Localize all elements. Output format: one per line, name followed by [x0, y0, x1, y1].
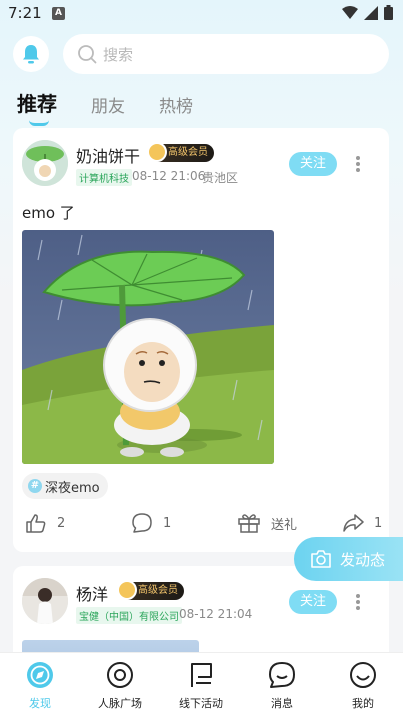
status-bar: 7:21 A — [0, 0, 403, 28]
post-actions: 2 1 送礼 1 — [13, 512, 389, 540]
nav-profile[interactable]: 我的 — [323, 661, 403, 711]
sheep-with-leaf-umbrella-illustration — [22, 230, 274, 464]
comment-button[interactable]: 1 — [131, 512, 171, 534]
tab-recommend-label: 推荐 — [17, 92, 57, 116]
user-avatar[interactable] — [22, 578, 68, 624]
avatar-image — [22, 578, 68, 624]
nav-discover-label: 发现 — [29, 697, 51, 710]
tab-recommend[interactable]: 推荐 — [17, 88, 57, 126]
username[interactable]: 奶油饼干 — [76, 143, 140, 167]
nav-offline-events-label: 线下活动 — [179, 697, 223, 710]
thumbs-up-icon — [26, 514, 46, 533]
gift-label: 送礼 — [271, 517, 298, 533]
vip-badge-label: 高级会员 — [138, 585, 178, 596]
nav-messages-label: 消息 — [271, 697, 293, 710]
post-image[interactable] — [22, 230, 274, 464]
post-time: 08-12 21:04 — [179, 607, 253, 621]
crown-icon — [147, 142, 167, 162]
topic-tag[interactable]: # 深夜emo — [22, 473, 108, 499]
post-time: 08-12 21:06 — [132, 169, 206, 183]
search-input[interactable]: 搜索 — [63, 34, 389, 74]
nav-offline-events[interactable]: 线下活动 — [161, 661, 241, 711]
comment-icon — [132, 513, 152, 533]
follow-button[interactable]: 关注 — [289, 590, 337, 614]
username[interactable]: 杨洋 — [76, 581, 108, 605]
avatar-image — [22, 140, 68, 186]
post-location: 贵池区 — [202, 171, 239, 185]
tab-friends[interactable]: 朋友 — [91, 92, 125, 117]
nav-profile-label: 我的 — [352, 697, 374, 710]
status-time: 7:21 — [8, 4, 42, 22]
flag-icon — [191, 663, 212, 687]
gift-icon — [238, 514, 260, 533]
wifi-icon — [342, 5, 358, 19]
topic-label: 深夜emo — [45, 480, 100, 496]
tab-trending[interactable]: 热榜 — [159, 92, 193, 117]
post-text: emo 了 — [22, 204, 75, 222]
company-tag: 计算机科技 — [76, 169, 132, 186]
create-post-label: 发动态 — [340, 550, 386, 569]
vip-badge-label: 高级会员 — [168, 147, 208, 158]
notification-bell-button[interactable] — [13, 36, 49, 72]
post-card[interactable]: 奶油饼干 高级会员 计算机科技 08-12 21:06 贵池区 关注 emo 了 — [13, 128, 389, 552]
nav-network-plaza-label: 人脉广场 — [98, 697, 142, 710]
network-plaza-icon — [107, 662, 133, 688]
message-icon — [269, 662, 295, 688]
vip-badge: 高级会员 — [147, 142, 214, 162]
more-options-icon[interactable] — [353, 152, 363, 176]
like-button[interactable]: 2 — [25, 512, 65, 534]
signal-icon — [364, 5, 378, 20]
nav-messages[interactable]: 消息 — [242, 661, 322, 711]
nav-discover[interactable]: 发现 — [0, 661, 80, 711]
comment-count: 1 — [163, 515, 172, 531]
bell-icon — [23, 45, 39, 64]
search-icon — [78, 45, 97, 64]
share-count: 1 — [374, 515, 383, 531]
camera-icon — [311, 550, 331, 568]
smile-profile-icon — [350, 662, 376, 688]
notification-a-icon: A — [52, 7, 65, 20]
battery-icon — [384, 5, 393, 20]
feed-tabs: 推荐 朋友 热榜 — [17, 88, 227, 126]
status-indicators — [342, 5, 393, 20]
crown-icon — [117, 580, 137, 600]
gift-button[interactable]: 送礼 — [237, 512, 297, 534]
discover-icon — [27, 662, 53, 688]
user-avatar[interactable] — [22, 140, 68, 186]
vip-badge: 高级会员 — [117, 580, 184, 600]
like-count: 2 — [57, 515, 66, 531]
follow-button[interactable]: 关注 — [289, 152, 337, 176]
company-tag: 宝健（中国）有限公司 — [76, 607, 182, 624]
search-placeholder: 搜索 — [103, 45, 134, 64]
share-icon — [343, 514, 364, 532]
bottom-navigation: 发现 人脉广场 线下活动 消息 我的 — [0, 652, 403, 716]
create-post-button[interactable]: 发动态 — [294, 537, 403, 581]
hashtag-icon: # — [28, 479, 42, 493]
active-tab-indicator — [29, 120, 49, 126]
share-button[interactable]: 1 — [342, 512, 382, 534]
nav-network-plaza[interactable]: 人脉广场 — [80, 661, 160, 711]
more-options-icon[interactable] — [353, 590, 363, 614]
